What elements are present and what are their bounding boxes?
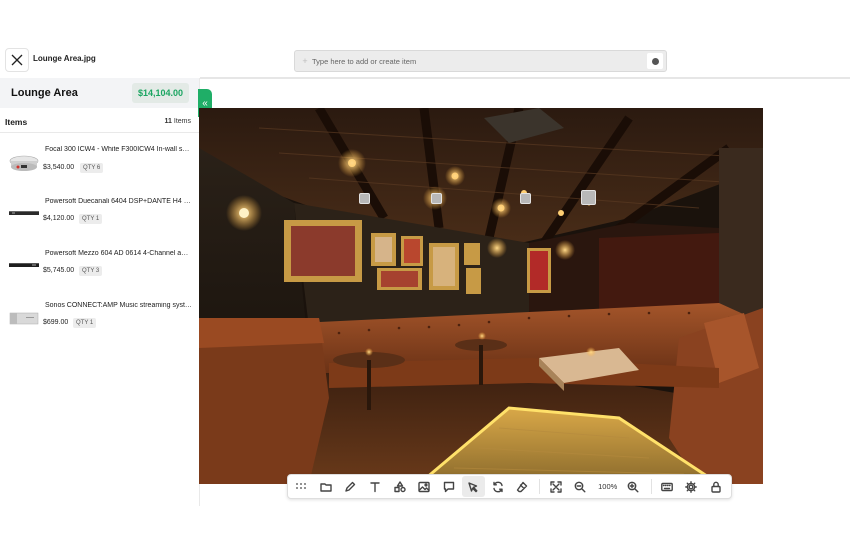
shapes-tool-button[interactable]: [388, 476, 411, 497]
app-window: Lounge Area.jpg + Lounge Area $14,104.00…: [0, 0, 850, 550]
zoom-in-icon: [627, 481, 639, 492]
plus-icon: +: [302, 56, 308, 66]
double-chevron-left-icon: «: [202, 97, 208, 109]
item-name: Powersoft Mezzo 604 AD 0614 4-Channel am…: [45, 250, 193, 257]
zoom-in-button[interactable]: [622, 476, 645, 497]
text-icon: [370, 481, 380, 492]
list-item[interactable]: Powersoft Mezzo 604 AD 0614 4-Channel am…: [0, 246, 199, 298]
settings-icon: [685, 480, 698, 493]
settings-button[interactable]: [680, 476, 703, 497]
canvas-image[interactable]: [199, 108, 763, 484]
item-name: Sonos CONNECT:AMP Music streaming system: [45, 302, 193, 309]
item-price: $5,745.00: [43, 267, 75, 274]
search-input[interactable]: [312, 52, 647, 70]
fit-screen-icon: [550, 480, 562, 493]
fit-screen-button[interactable]: [544, 476, 567, 497]
grid-tool-button[interactable]: [290, 476, 313, 497]
folder-icon: [320, 482, 332, 492]
list-item[interactable]: Powersoft Duecanali 6404 DSP+DANTE H4 am…: [0, 194, 199, 246]
close-button[interactable]: [5, 48, 29, 72]
toolbar-divider: [650, 479, 652, 494]
grid-icon: [296, 482, 307, 489]
qty-badge: QTY 1: [73, 318, 97, 328]
header-divider: [200, 77, 850, 79]
list-item[interactable]: Focal 300 ICW4 - White F300ICW4 In-wall …: [0, 142, 199, 194]
amplifier-thumbnail: [9, 211, 39, 215]
qty-badge: QTY 3: [79, 266, 103, 276]
item-price: $3,540.00: [43, 164, 75, 171]
zoom-level: 100%: [598, 482, 618, 491]
project-header: Lounge Area $14,104.00: [0, 78, 199, 108]
zoom-out-button[interactable]: [569, 476, 592, 497]
items-count-number: 11: [164, 118, 172, 125]
qty-badge: QTY 6: [80, 163, 104, 173]
project-total-badge: $14,104.00: [131, 83, 189, 103]
eraser-icon: [517, 481, 528, 492]
items-count-suffix: Items: [173, 118, 191, 125]
items-title: Items: [5, 116, 28, 127]
lounge-photo: [199, 108, 763, 484]
file-name: Lounge Area.jpg: [33, 54, 96, 63]
device-marker[interactable]: [581, 190, 596, 205]
qty-badge: QTY 1: [79, 214, 103, 224]
bottom-toolbar: 100%: [287, 474, 732, 499]
search-action-button[interactable]: [647, 53, 663, 69]
device-marker[interactable]: [431, 193, 442, 204]
items-count: 11 Items: [165, 118, 191, 125]
keyboard-icon: [660, 482, 673, 491]
items-header: Items 11 Items: [0, 111, 199, 133]
pointer-tool-button[interactable]: [461, 476, 485, 497]
comment-icon: [443, 481, 454, 492]
shapes-icon: [393, 480, 406, 492]
item-search-bar[interactable]: +: [294, 50, 667, 72]
rotate-tool-button[interactable]: [486, 476, 509, 497]
device-marker[interactable]: [520, 193, 531, 204]
lock-button[interactable]: [705, 476, 728, 497]
image-tool-button[interactable]: [413, 476, 436, 497]
item-name: Powersoft Duecanali 6404 DSP+DANTE H4 am…: [45, 198, 193, 205]
item-price: $699.00: [43, 319, 69, 326]
list-item[interactable]: Sonos CONNECT:AMP Music streaming system…: [0, 298, 199, 350]
device-marker[interactable]: [359, 193, 370, 204]
comment-tool-button[interactable]: [437, 476, 460, 497]
record-icon: [651, 57, 659, 65]
rotate-icon: [493, 481, 503, 492]
pen-tool-button[interactable]: [339, 476, 362, 497]
pointer-icon: [468, 481, 478, 492]
item-price: $4,120.00: [43, 215, 75, 222]
lock-icon: [711, 481, 721, 493]
sonos-amp-thumbnail: [9, 312, 39, 325]
text-tool-button[interactable]: [364, 476, 387, 497]
amplifier-thumbnail: [9, 263, 39, 267]
project-title: Lounge Area: [11, 87, 78, 99]
zoom-out-icon: [574, 481, 586, 492]
sidebar: Lounge Area $14,104.00 Items 11 Items Fo…: [0, 78, 200, 506]
keyboard-shortcuts-button[interactable]: [655, 476, 678, 497]
pen-icon: [345, 481, 356, 492]
folder-tool-button[interactable]: [315, 476, 338, 497]
eraser-tool-button[interactable]: [511, 476, 534, 497]
item-name: Focal 300 ICW4 - White F300ICW4 In-wall …: [45, 146, 193, 153]
toolbar-divider: [539, 479, 541, 494]
close-icon: [11, 54, 23, 66]
ceiling-speaker-thumbnail: [9, 155, 39, 171]
image-icon: [418, 481, 430, 492]
